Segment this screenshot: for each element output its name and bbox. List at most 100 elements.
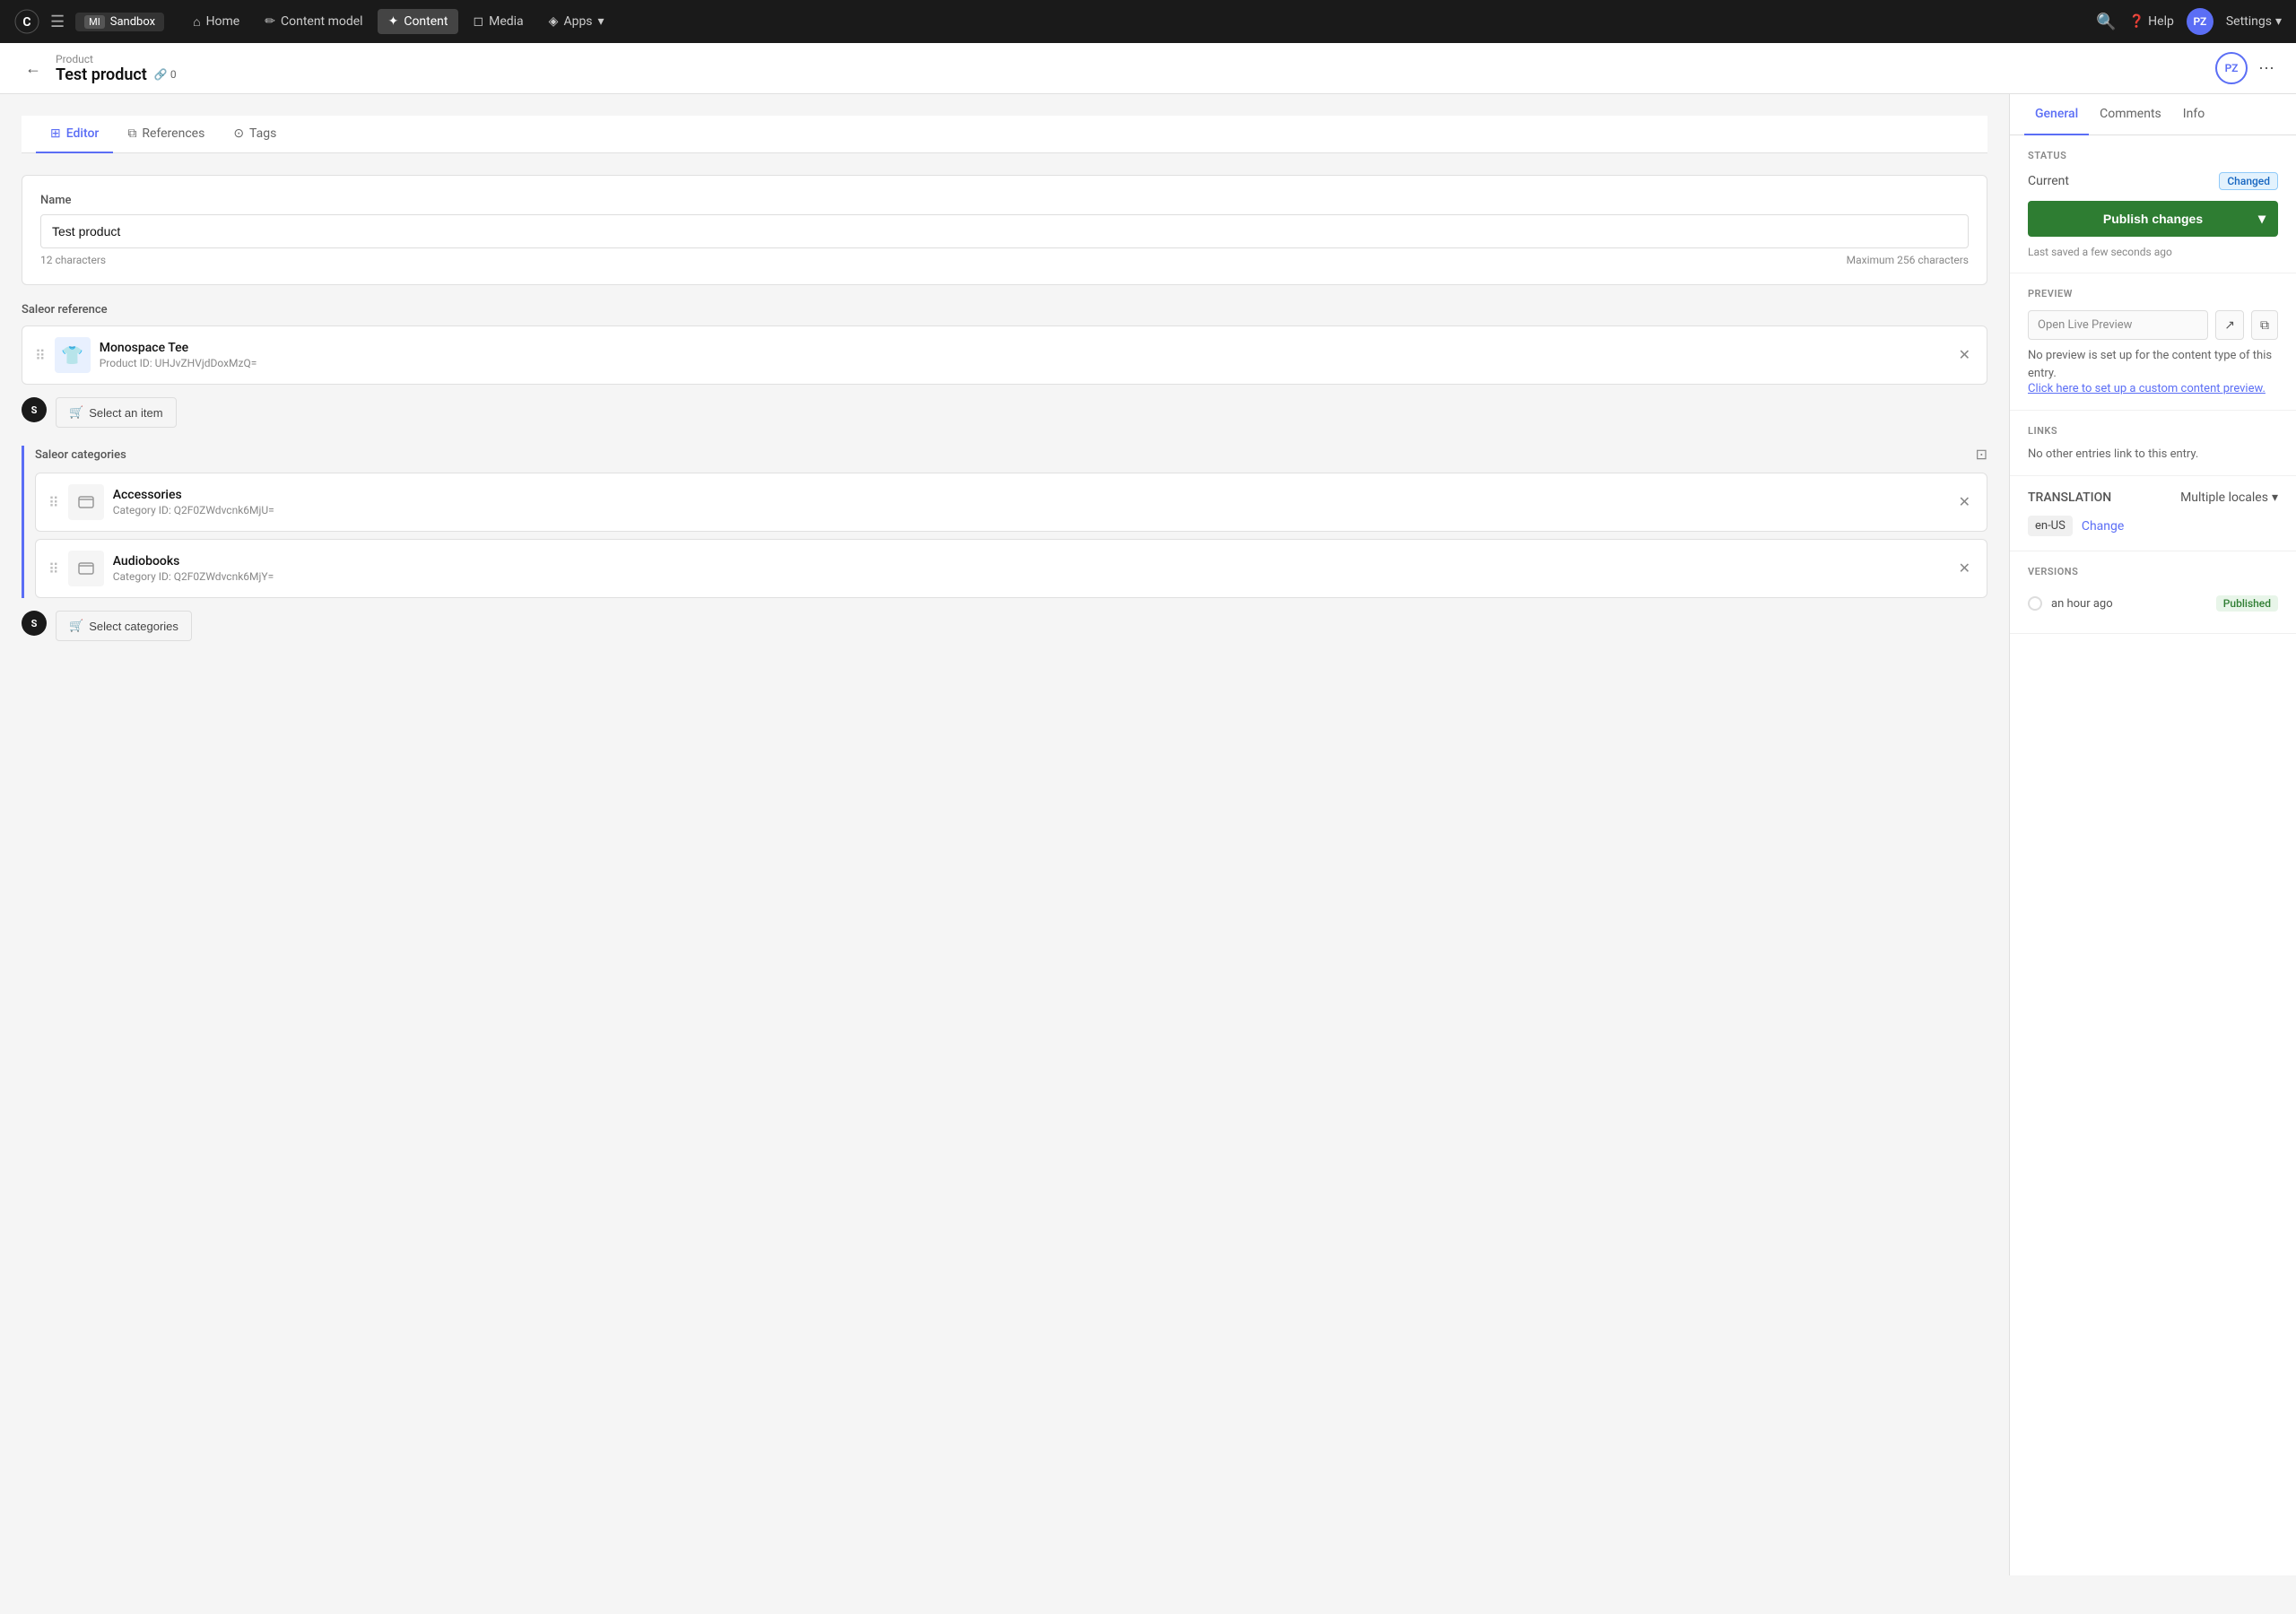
references-tab-icon: ⧉	[127, 126, 136, 141]
tags-tab-icon: ⊙	[233, 126, 244, 141]
sandbox-selector[interactable]: MI Sandbox	[75, 13, 164, 31]
locale-row: en-US Change	[2028, 516, 2278, 536]
preview-copy-button[interactable]: ⧉	[2251, 310, 2278, 340]
nav-item-content-model[interactable]: ✏ Content model	[254, 9, 373, 34]
translation-value: Multiple locales ▾	[2180, 490, 2278, 505]
nav-item-content[interactable]: ✦ Content	[378, 9, 459, 34]
left-pane: ⊞ Editor ⧉ References ⊙ Tags Name 12 cha…	[0, 94, 2009, 1575]
select-categories-button[interactable]: 🛒 Select categories	[56, 611, 192, 641]
top-nav: ⌂ Home ✏ Content model ✦ Content ◻ Media…	[182, 9, 2085, 35]
drag-handle-audiobooks-icon[interactable]: ⠿	[48, 560, 59, 577]
version-badge: Published	[2216, 595, 2278, 612]
status-section-title: STATUS	[2028, 150, 2278, 161]
nav-item-home[interactable]: ⌂ Home	[182, 9, 250, 35]
right-tab-info[interactable]: Info	[2172, 94, 2215, 135]
translation-chevron-icon: ▾	[2272, 490, 2278, 505]
breadcrumb: Product	[56, 53, 2205, 65]
publish-button[interactable]: Publish changes ▾	[2028, 201, 2278, 237]
more-options-button[interactable]: ⋯	[2258, 59, 2274, 78]
apps-chevron-icon: ▾	[598, 14, 604, 29]
versions-section: VERSIONS an hour ago Published	[2010, 551, 2296, 634]
right-tabs: General Comments Info	[2010, 94, 2296, 135]
saleor-ref-label: Saleor reference	[22, 303, 1987, 317]
version-time: an hour ago	[2051, 597, 2113, 611]
translation-label: TRANSLATION	[2028, 490, 2111, 505]
product-thumbnail: 👕	[55, 337, 91, 373]
version-radio[interactable]	[2028, 596, 2042, 611]
preview-open-button[interactable]: ↗	[2215, 310, 2244, 340]
right-tab-comments[interactable]: Comments	[2089, 94, 2172, 135]
logo[interactable]: C	[14, 9, 39, 34]
name-label: Name	[40, 194, 1969, 207]
svg-text:C: C	[22, 15, 30, 30]
version-left: an hour ago	[2028, 596, 2113, 611]
titlebar: ← Product Test product 🔗 0 PZ ⋯	[0, 43, 2296, 94]
drag-handle-icon[interactable]: ⠿	[35, 347, 46, 364]
help-button[interactable]: ❓ Help	[2129, 14, 2174, 29]
search-button[interactable]: 🔍	[2096, 13, 2116, 31]
tab-references[interactable]: ⧉ References	[113, 116, 219, 153]
link-count-badge[interactable]: 🔗 0	[154, 68, 177, 81]
remove-ref-button[interactable]: ✕	[1955, 343, 1974, 368]
status-badge: Changed	[2219, 172, 2278, 190]
ref-item-monospace-tee: ⠿ 👕 Monospace Tee Product ID: UHJvZHVjdD…	[22, 325, 1987, 385]
categories-expand-button[interactable]: ⊡	[1976, 446, 1987, 464]
link-icon: 🔗	[154, 68, 168, 81]
status-current-label: Current	[2028, 174, 2069, 188]
audiobooks-thumbnail	[68, 551, 104, 586]
preview-section-title: PREVIEW	[2028, 288, 2278, 299]
settings-menu[interactable]: Settings ▾	[2226, 14, 2282, 29]
preview-setup-link[interactable]: Click here to set up a custom content pr…	[2028, 382, 2278, 395]
ref-info: Monospace Tee Product ID: UHJvZHVjdDoxMz…	[100, 341, 1946, 369]
entry-avatar[interactable]: PZ	[2215, 52, 2248, 84]
external-link-icon: ↗	[2224, 317, 2235, 332]
editor-tab-icon: ⊞	[50, 126, 61, 141]
tab-tags[interactable]: ⊙ Tags	[219, 116, 291, 153]
remove-audiobooks-button[interactable]: ✕	[1955, 556, 1974, 581]
tab-editor[interactable]: ⊞ Editor	[36, 116, 113, 153]
categories-cart-icon: 🛒	[69, 619, 83, 633]
links-section-title: LINKS	[2028, 425, 2278, 437]
category-audiobooks-id: Category ID: Q2F0ZWdvcnk6MjY=	[113, 570, 1946, 583]
locale-badge: en-US	[2028, 516, 2073, 536]
saleor-reference-section: Saleor reference ⠿ 👕 Monospace Tee Produ…	[22, 303, 1987, 428]
status-section: STATUS Current Changed Publish changes ▾…	[2010, 135, 2296, 273]
preview-input[interactable]: Open Live Preview	[2028, 310, 2208, 340]
home-icon: ⌂	[193, 14, 200, 30]
category-item-audiobooks: ⠿ Audiobooks Category ID: Q2F0ZWdvcnk6Mj…	[35, 539, 1987, 598]
char-count-current: 12 characters	[40, 254, 106, 266]
settings-chevron-icon: ▾	[2275, 14, 2282, 29]
page-title: Test product 🔗 0	[56, 65, 2205, 84]
category-audiobooks-name: Audiobooks	[113, 554, 1946, 568]
topbar-right: 🔍 ❓ Help PZ Settings ▾	[2096, 8, 2282, 35]
user-avatar[interactable]: PZ	[2187, 8, 2213, 35]
nav-item-media[interactable]: ◻ Media	[462, 9, 534, 34]
translation-section: TRANSLATION Multiple locales ▾ en-US Cha…	[2010, 476, 2296, 551]
help-icon: ❓	[2129, 14, 2144, 29]
name-input[interactable]	[40, 214, 1969, 248]
categories-label: Saleor categories	[35, 448, 126, 462]
sandbox-label: Sandbox	[110, 15, 155, 29]
status-row: Current Changed	[2028, 172, 2278, 190]
preview-row: Open Live Preview ↗ ⧉	[2028, 310, 2278, 340]
nav-item-apps[interactable]: ◈ Apps ▾	[538, 9, 615, 34]
category-accessories-info: Accessories Category ID: Q2F0ZWdvcnk6MjU…	[113, 488, 1946, 516]
preview-section: PREVIEW Open Live Preview ↗ ⧉ No preview…	[2010, 273, 2296, 411]
remove-accessories-button[interactable]: ✕	[1955, 490, 1974, 515]
category-accessories-id: Category ID: Q2F0ZWdvcnk6MjU=	[113, 504, 1946, 516]
change-locale-link[interactable]: Change	[2082, 519, 2124, 534]
cart-icon: 🛒	[69, 405, 83, 420]
titlebar-info: Product Test product 🔗 0	[56, 53, 2205, 84]
apps-icon: ◈	[549, 14, 559, 29]
saleor-icon: S	[22, 397, 47, 422]
back-button[interactable]: ←	[22, 56, 45, 82]
menu-icon[interactable]: ☰	[50, 13, 65, 31]
publish-chevron-icon: ▾	[2258, 210, 2266, 228]
drag-handle-accessories-icon[interactable]: ⠿	[48, 494, 59, 511]
right-tab-general[interactable]: General	[2024, 94, 2089, 135]
name-card: Name 12 characters Maximum 256 character…	[22, 175, 1987, 285]
right-pane: General Comments Info STATUS Current Cha…	[2009, 94, 2296, 1575]
select-item-button[interactable]: 🛒 Select an item	[56, 397, 177, 428]
category-item-accessories: ⠿ Accessories Category ID: Q2F0ZWdvcnk6M…	[35, 473, 1987, 532]
editor-tabs: ⊞ Editor ⧉ References ⊙ Tags	[22, 116, 1987, 153]
